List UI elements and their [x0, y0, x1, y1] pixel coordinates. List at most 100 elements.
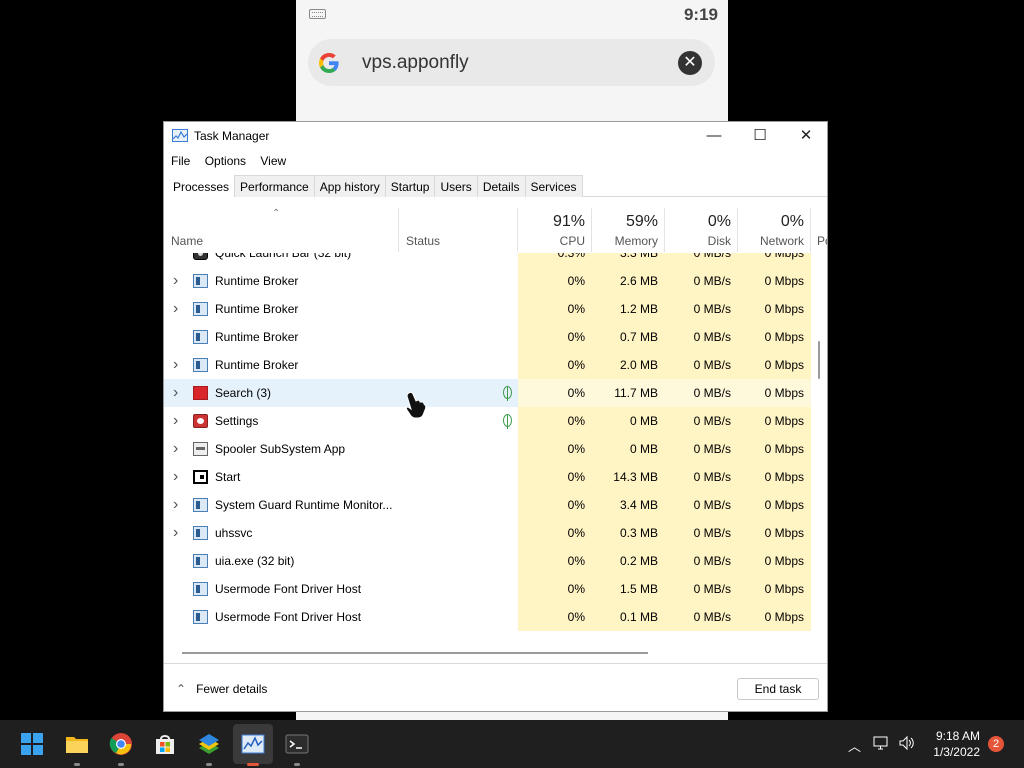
process-name: Runtime Broker [215, 274, 299, 288]
chevron-up-icon: ⌃ [176, 682, 187, 696]
volume-icon[interactable] [898, 735, 916, 751]
windows-start-icon[interactable] [20, 732, 44, 756]
horizontal-scroll-thumb[interactable] [182, 652, 648, 654]
process-row[interactable]: › Start 0% 14.3 MB 0 MB/s 0 Mbps [164, 463, 811, 491]
running-indicator [118, 763, 124, 766]
memory-total: 59% [625, 213, 658, 230]
process-disk: 0 MB/s [665, 407, 738, 435]
chrome-icon[interactable] [109, 732, 133, 756]
expand-chevron-icon[interactable]: › [173, 463, 178, 491]
expand-chevron-icon[interactable]: › [173, 435, 178, 463]
process-name: Spooler SubSystem App [215, 442, 346, 456]
clock-date: 1/3/2022 [933, 745, 980, 759]
tab-app-history[interactable]: App history [313, 175, 386, 197]
expand-chevron-icon[interactable]: › [173, 351, 178, 379]
tab-users[interactable]: Users [434, 175, 478, 197]
expand-chevron-icon[interactable]: › [173, 519, 178, 547]
network-icon[interactable] [873, 735, 891, 751]
process-memory: 1.5 MB [592, 575, 665, 603]
process-network: 0 Mbps [738, 379, 811, 407]
process-row[interactable]: › System Guard Runtime Monitor... 0% 3.4 MB… [164, 491, 811, 519]
column-cpu[interactable]: 91% CPU [518, 208, 592, 252]
process-cpu: 0% [518, 323, 592, 351]
column-memory[interactable]: 59% Memory [592, 208, 665, 252]
hand-cursor-icon [405, 391, 427, 419]
clock-time: 9:18 AM [935, 729, 980, 743]
google-icon [317, 51, 341, 75]
process-cpu: 0% [518, 547, 592, 575]
app-window-icon [193, 358, 208, 372]
task-manager-icon [172, 129, 188, 142]
column-name[interactable]: Name [164, 208, 399, 252]
menu-file[interactable]: File [167, 152, 194, 170]
process-memory: 3.4 MB [592, 491, 665, 519]
phone-status-bar: 9:19 [296, 0, 728, 30]
tab-performance[interactable]: Performance [234, 175, 315, 197]
process-cpu: 0% [518, 435, 592, 463]
process-network: 0 Mbps [738, 603, 811, 631]
terminal-icon[interactable] [285, 732, 309, 756]
process-network: 0 Mbps [738, 407, 811, 435]
end-task-button[interactable]: End task [737, 678, 819, 700]
process-row[interactable]: uia.exe (32 bit) 0% 0.2 MB 0 MB/s 0 Mbps [164, 547, 811, 575]
process-row[interactable]: › uhssvc 0% 0.3 MB 0 MB/s 0 Mbps [164, 519, 811, 547]
column-status[interactable]: Status [399, 208, 518, 252]
column-power[interactable]: Po [811, 208, 827, 252]
process-row[interactable]: Usermode Font Driver Host 0% 1.5 MB 0 MB/s 0… [164, 575, 811, 603]
horizontal-scrollbar[interactable] [164, 646, 811, 656]
process-row[interactable]: › Spooler SubSystem App 0% 0 MB 0 MB/s 0 Mbps [164, 435, 811, 463]
process-row[interactable]: › Search (3) 0% 11.7 MB 0 MB/s 0 Mbps [164, 379, 811, 407]
process-network: 0 Mbps [738, 253, 811, 267]
process-disk: 0 MB/s [665, 603, 738, 631]
process-cpu: 0% [518, 407, 592, 435]
close-button[interactable]: ✕ [783, 122, 829, 150]
column-network[interactable]: 0% Network [738, 208, 811, 252]
system-clock[interactable]: 9:18 AM 1/3/2022 [933, 728, 980, 760]
expand-chevron-icon[interactable]: › [173, 267, 178, 295]
process-name: uia.exe (32 bit) [215, 554, 295, 568]
search-query[interactable]: vps.apponfly [362, 52, 469, 74]
process-cpu: 0% [518, 603, 592, 631]
vertical-scrollbar[interactable] [811, 253, 827, 646]
minimize-button[interactable]: — [691, 122, 737, 150]
column-disk[interactable]: 0% Disk [665, 208, 738, 252]
task-manager-icon[interactable] [241, 732, 265, 756]
process-network: 0 Mbps [738, 267, 811, 295]
expand-chevron-icon[interactable]: › [173, 407, 178, 435]
app-window-icon [193, 526, 208, 540]
process-row[interactable]: Runtime Broker 0% 0.7 MB 0 MB/s 0 Mbps [164, 323, 811, 351]
process-row[interactable]: › Runtime Broker 0% 1.2 MB 0 MB/s 0 Mbps [164, 295, 811, 323]
menu-options[interactable]: Options [201, 152, 250, 170]
tab-startup[interactable]: Startup [384, 175, 436, 197]
process-row[interactable]: Quick Launch Bar (32 bit) 0.3% 3.3 MB 0 MB/… [164, 253, 811, 267]
tab-services[interactable]: Services [524, 175, 583, 197]
menu-view[interactable]: View [256, 152, 290, 170]
expand-chevron-icon[interactable]: › [173, 379, 178, 407]
search-bar[interactable]: vps.apponfly ✕ [308, 39, 715, 86]
power-label: Po [817, 234, 827, 248]
microsoft-store-icon[interactable] [153, 732, 177, 756]
vertical-scroll-thumb[interactable] [818, 341, 820, 379]
fewer-details-button[interactable]: ⌃ Fewer details [176, 682, 267, 696]
tab-processes[interactable]: Processes [167, 175, 236, 198]
expand-chevron-icon[interactable]: › [173, 491, 178, 519]
process-row[interactable]: › Runtime Broker 0% 2.6 MB 0 MB/s 0 Mbps [164, 267, 811, 295]
expand-chevron-icon[interactable]: › [173, 295, 178, 323]
maximize-button[interactable]: ☐ [737, 122, 783, 150]
process-cpu: 0.3% [518, 253, 592, 267]
process-row[interactable]: › Settings 0% 0 MB 0 MB/s 0 Mbps [164, 407, 811, 435]
title-bar[interactable]: Task Manager — ☐ ✕ [164, 122, 827, 150]
bluestacks-icon[interactable] [197, 732, 221, 756]
process-row[interactable]: › Runtime Broker 0% 2.0 MB 0 MB/s 0 Mbps [164, 351, 811, 379]
show-hidden-icons-icon[interactable]: ︿ [848, 736, 861, 755]
network-label: Network [759, 234, 804, 248]
process-row[interactable]: Usermode Font Driver Host 0% 0.1 MB 0 MB/s 0… [164, 603, 811, 631]
tab-details[interactable]: Details [476, 175, 526, 197]
app-window-icon [193, 554, 208, 568]
file-explorer-icon[interactable] [65, 732, 89, 756]
process-disk: 0 MB/s [665, 323, 738, 351]
process-name: uhssvc [215, 526, 253, 540]
process-cpu: 0% [518, 295, 592, 323]
notification-badge[interactable]: 2 [988, 736, 1004, 752]
clear-search-button[interactable]: ✕ [678, 51, 702, 75]
